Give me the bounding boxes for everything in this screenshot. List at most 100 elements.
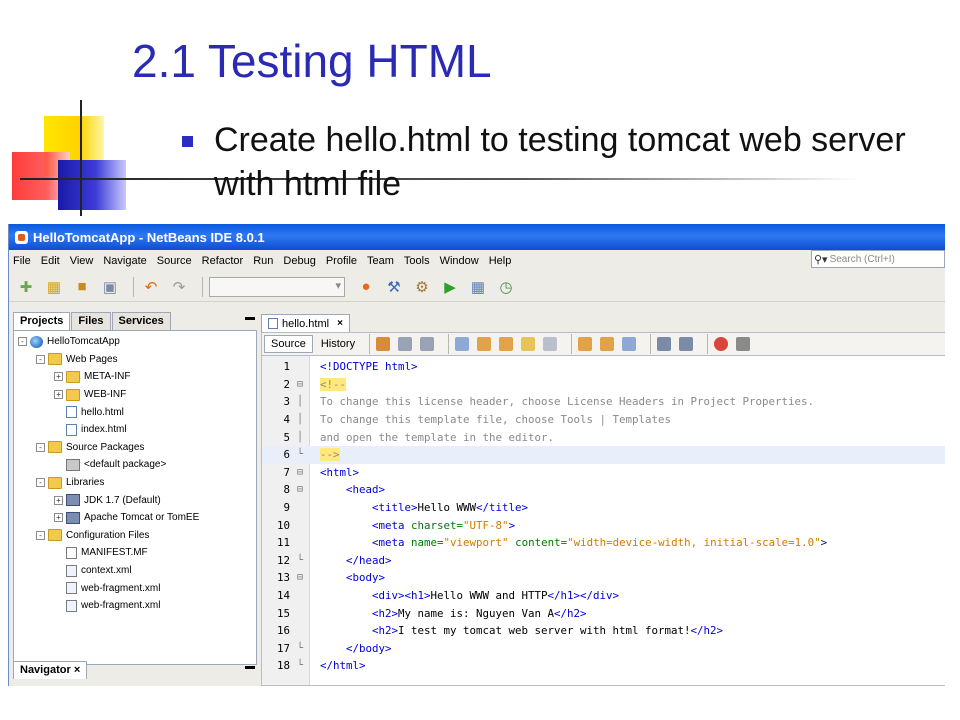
expand-icon[interactable]: + xyxy=(54,495,63,505)
tree-node[interactable]: - Libraries xyxy=(14,474,256,492)
expand-icon[interactable]: + xyxy=(54,513,63,523)
fold-icon[interactable]: ⊟ xyxy=(294,467,306,478)
tree-node[interactable]: hello.html xyxy=(14,403,256,421)
code-line[interactable]: 13 ⊟ <body> xyxy=(262,569,945,587)
stop-macro-icon[interactable] xyxy=(736,337,751,351)
last-edit-icon[interactable] xyxy=(376,337,391,351)
code-line[interactable]: 6 └ --> xyxy=(262,446,945,464)
collapse-icon[interactable]: - xyxy=(18,337,27,347)
find-next-icon[interactable] xyxy=(499,337,514,351)
next-bookmark-icon[interactable] xyxy=(600,337,615,351)
tree-node[interactable]: + WEB-INF xyxy=(14,386,256,404)
history-view-button[interactable]: History xyxy=(315,336,361,352)
undo-icon[interactable]: ↶ xyxy=(140,277,162,297)
menu-source[interactable]: Source xyxy=(157,255,192,267)
profile-icon[interactable]: ◷ xyxy=(495,277,517,297)
tree-node[interactable]: - Web Pages xyxy=(14,351,256,369)
prev-bookmark-icon[interactable] xyxy=(578,337,593,351)
tree-node[interactable]: - Source Packages xyxy=(14,439,256,457)
code-line[interactable]: 7 ⊟ <html> xyxy=(262,464,945,482)
code-line[interactable]: 16 <h2>I test my tomcat web server with … xyxy=(262,622,945,640)
tab-files[interactable]: Files xyxy=(71,312,111,330)
code-line[interactable]: 4 │ To change this template file, choose T… xyxy=(262,411,945,429)
tree-node[interactable]: <default package> xyxy=(14,456,256,474)
forward-icon[interactable] xyxy=(420,337,435,351)
close-icon[interactable]: × xyxy=(337,318,343,329)
expand-icon[interactable]: + xyxy=(54,372,63,382)
code-line[interactable]: 14 <div><h1>Hello WWW and HTTP</h1></div… xyxy=(262,587,945,605)
shift-right-icon[interactable] xyxy=(679,337,694,351)
close-icon[interactable]: × xyxy=(74,664,80,676)
code-line[interactable]: 10 <meta charset="UTF-8"> xyxy=(262,516,945,534)
menu-window[interactable]: Window xyxy=(440,255,479,267)
collapse-icon[interactable]: - xyxy=(36,354,45,364)
menu-tools[interactable]: Tools xyxy=(404,255,430,267)
menu-refactor[interactable]: Refactor xyxy=(202,255,244,267)
code-line[interactable]: 12 └ </head> xyxy=(262,552,945,570)
tree-node[interactable]: context.xml xyxy=(14,562,256,580)
shift-left-icon[interactable] xyxy=(657,337,672,351)
toggle-highlight-icon[interactable] xyxy=(521,337,536,351)
menu-edit[interactable]: Edit xyxy=(41,255,60,267)
fold-icon[interactable]: ⊟ xyxy=(294,572,306,583)
tab-services[interactable]: Services xyxy=(111,312,171,330)
tree-node[interactable]: - HelloTomcatApp xyxy=(14,333,256,351)
ide-titlebar[interactable]: HelloTomcatApp - NetBeans IDE 8.0.1 xyxy=(9,224,945,250)
code-editor[interactable]: 1 <!DOCTYPE html> 2 ⊟ <!-- 3 │ To change this l… xyxy=(261,356,945,686)
search-box[interactable]: ⚲▾ Search (Ctrl+I) xyxy=(811,250,945,268)
collapse-icon[interactable]: - xyxy=(36,530,45,540)
rect-select-icon[interactable] xyxy=(543,337,558,351)
menu-debug[interactable]: Debug xyxy=(283,255,315,267)
new-project-icon[interactable]: ▦ xyxy=(43,277,65,297)
minimize-icon[interactable]: ▬ xyxy=(243,312,257,330)
editor-tab-hello-html[interactable]: hello.html × xyxy=(261,314,350,332)
open-project-icon[interactable]: ■ xyxy=(71,277,93,297)
code-line[interactable]: 15 <h2>My name is: Nguyen Van A</h2> xyxy=(262,604,945,622)
fold-icon[interactable]: ⊟ xyxy=(294,379,306,390)
fold-icon[interactable]: ⊟ xyxy=(294,484,306,495)
menu-view[interactable]: View xyxy=(70,255,94,267)
tree-node[interactable]: - Configuration Files xyxy=(14,527,256,545)
tree-node[interactable]: index.html xyxy=(14,421,256,439)
new-file-icon[interactable]: ✚ xyxy=(15,277,37,297)
code-line[interactable]: 8 ⊟ <head> xyxy=(262,481,945,499)
source-view-button[interactable]: Source xyxy=(264,335,313,353)
collapse-icon[interactable]: - xyxy=(36,478,45,488)
record-macro-icon[interactable] xyxy=(714,337,729,351)
expand-icon[interactable]: + xyxy=(54,390,63,400)
code-line[interactable]: 3 │ To change this license header, choose … xyxy=(262,393,945,411)
minimize-icon[interactable]: ▬ xyxy=(243,661,257,679)
back-icon[interactable] xyxy=(398,337,413,351)
tree-node[interactable]: + JDK 1.7 (Default) xyxy=(14,491,256,509)
code-line[interactable]: 1 <!DOCTYPE html> xyxy=(262,358,945,376)
browser-icon[interactable]: ● xyxy=(355,277,377,297)
menu-file[interactable]: File xyxy=(13,255,31,267)
menu-run[interactable]: Run xyxy=(253,255,273,267)
clean-build-icon[interactable]: ⚙ xyxy=(411,277,433,297)
collapse-icon[interactable]: - xyxy=(36,442,45,452)
run-icon[interactable]: ▶ xyxy=(439,277,461,297)
code-line[interactable]: 18 └ </html> xyxy=(262,657,945,675)
tree-node[interactable]: MANIFEST.MF xyxy=(14,544,256,562)
code-line[interactable]: 11 <meta name="viewport" content="width=… xyxy=(262,534,945,552)
tab-projects[interactable]: Projects xyxy=(13,312,71,330)
debug-icon[interactable]: ▦ xyxy=(467,277,489,297)
tree-node[interactable]: + META-INF xyxy=(14,368,256,386)
menu-profile[interactable]: Profile xyxy=(326,255,357,267)
find-icon[interactable] xyxy=(455,337,470,351)
toggle-bookmark-icon[interactable] xyxy=(622,337,637,351)
configuration-combo[interactable] xyxy=(209,276,345,297)
menu-navigate[interactable]: Navigate xyxy=(103,255,146,267)
find-previous-icon[interactable] xyxy=(477,337,492,351)
tree-node[interactable]: web-fragment.xml xyxy=(14,579,256,597)
save-all-icon[interactable]: ▣ xyxy=(99,277,121,297)
code-line[interactable]: 17 └ </body> xyxy=(262,640,945,658)
menu-team[interactable]: Team xyxy=(367,255,394,267)
tree-node[interactable]: web-fragment.xml xyxy=(14,597,256,615)
build-icon[interactable]: ⚒ xyxy=(383,277,405,297)
code-line[interactable]: 9 <title>Hello WWW</title> xyxy=(262,499,945,517)
redo-icon[interactable]: ↷ xyxy=(168,277,190,297)
tree-node[interactable]: + Apache Tomcat or TomEE xyxy=(14,509,256,527)
menu-help[interactable]: Help xyxy=(489,255,512,267)
code-line[interactable]: 5 │ and open the template in the editor. xyxy=(262,428,945,446)
